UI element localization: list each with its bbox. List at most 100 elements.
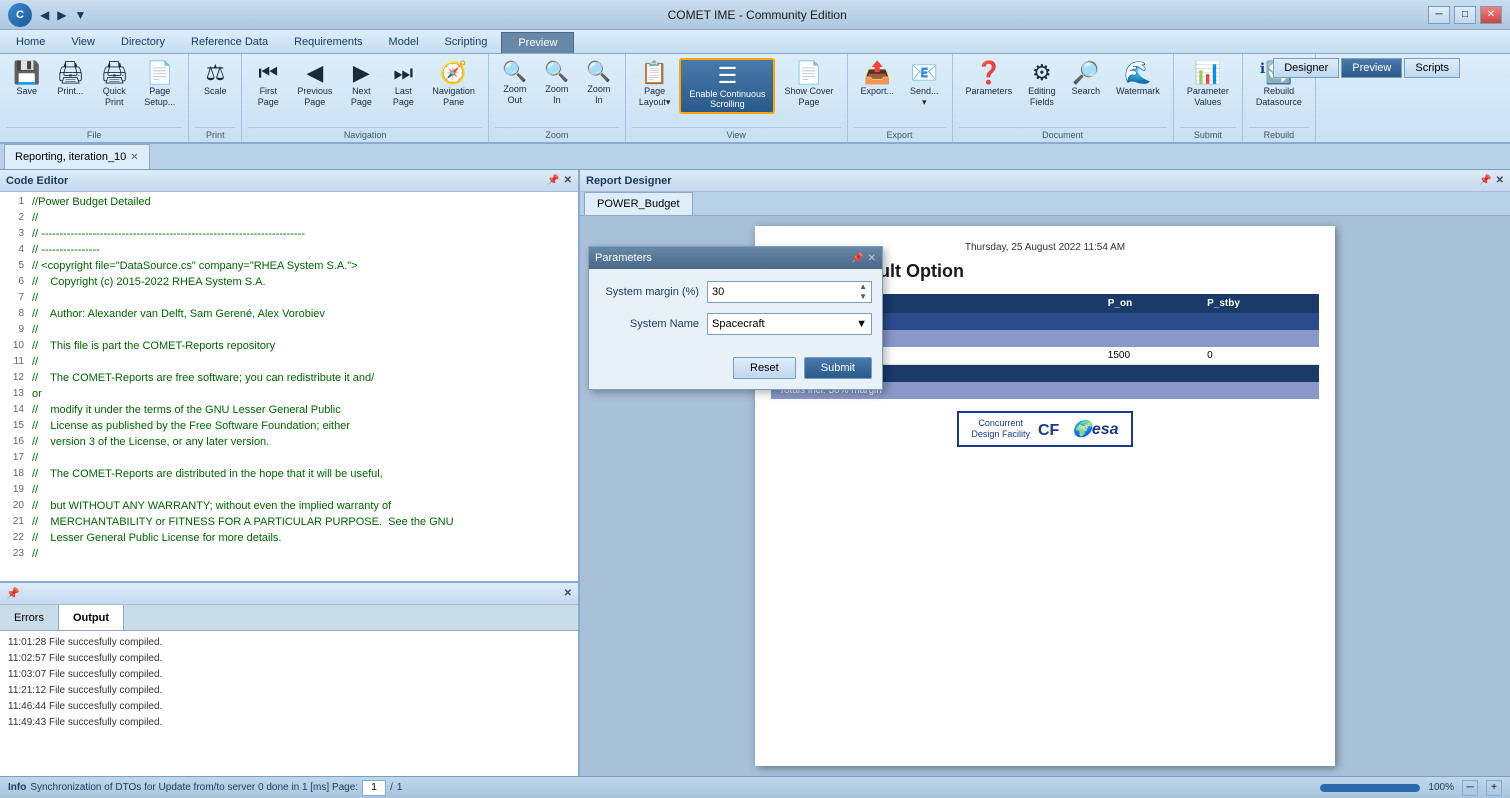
status-message: Synchronization of DTOs for Update from/… (30, 782, 358, 793)
output-line: 11:03:07 File succesfully compiled. (8, 667, 570, 683)
search-label: Search (1072, 86, 1101, 97)
scale-button[interactable]: ⚖ Scale (195, 58, 235, 101)
close-code-editor-button[interactable]: ✕ (564, 175, 572, 186)
back-button[interactable]: ◀ (40, 8, 49, 22)
next-page-button[interactable]: ▶ NextPage (341, 58, 381, 112)
pin-report-button[interactable]: 📌 (1479, 175, 1491, 186)
send-button[interactable]: 📧 Send...▾ (903, 58, 946, 112)
errors-tab[interactable]: Errors (0, 605, 59, 630)
system-name-label: System Name (599, 318, 699, 330)
system-margin-input[interactable] (712, 286, 859, 298)
designer-mode-button[interactable]: Designer (1273, 58, 1339, 78)
code-area[interactable]: 1 //Power Budget Detailed 2 // 3 // ----… (0, 192, 578, 581)
spin-down-button[interactable]: ▼ (859, 292, 867, 302)
watermark-icon: 🌊 (1124, 62, 1151, 84)
minimize-button[interactable]: ─ (1428, 6, 1450, 24)
last-page-button[interactable]: ⏭ LastPage (383, 58, 423, 112)
maximize-button[interactable]: □ (1454, 6, 1476, 24)
menu-reference-data[interactable]: Reference Data (179, 30, 280, 53)
page-setup-label: PageSetup... (144, 86, 175, 108)
watermark-button[interactable]: 🌊 Watermark (1109, 58, 1167, 101)
zoom-in-status-button[interactable]: + (1486, 780, 1502, 796)
zoom-in-button[interactable]: 🔍 ZoomIn (537, 58, 577, 110)
show-cover-page-button[interactable]: 📄 Show CoverPage (777, 58, 840, 112)
reset-button[interactable]: Reset (733, 357, 796, 379)
preview-mode-button[interactable]: Preview (1341, 58, 1402, 78)
page-layout-button[interactable]: 📋 PageLayout▾ (632, 58, 678, 112)
scripts-mode-button[interactable]: Scripts (1404, 58, 1460, 78)
menu-button[interactable]: ▼ (74, 8, 86, 22)
output-tab[interactable]: Output (59, 605, 124, 630)
output-line: 11:02:57 File succesfully compiled. (8, 651, 570, 667)
parameter-values-button[interactable]: 📊 ParameterValues (1180, 58, 1236, 112)
page-setup-button[interactable]: 📄 PageSetup... (137, 58, 182, 112)
ribbon-file-label: File (6, 127, 182, 140)
menu-preview[interactable]: Preview (501, 32, 574, 53)
menu-directory[interactable]: Directory (109, 30, 177, 53)
close-bottom-panel-button[interactable]: ✕ (564, 588, 572, 599)
zoom-out-button[interactable]: 🔍 ZoomOut (495, 58, 535, 110)
menu-home[interactable]: Home (4, 30, 57, 53)
code-line: 11 // (0, 356, 578, 372)
menu-requirements[interactable]: Requirements (282, 30, 374, 53)
ribbon-group-document: ❓ Parameters ⚙ EditingFields 🔎 Search 🌊 … (953, 54, 1174, 142)
document-tab-close[interactable]: ✕ (130, 152, 138, 163)
forward-button[interactable]: ▶ (57, 8, 66, 22)
parameters-button[interactable]: ❓ Parameters (959, 58, 1020, 101)
close-dialog-button[interactable]: ✕ (868, 253, 876, 264)
dialog-title: Parameters (595, 252, 652, 264)
status-left: Info Synchronization of DTOs for Update … (8, 780, 402, 796)
output-line: 11:01:28 File succesfully compiled. (8, 635, 570, 651)
code-line: 1 //Power Budget Detailed (0, 196, 578, 212)
send-label: Send...▾ (910, 86, 939, 108)
editing-fields-icon: ⚙ (1032, 62, 1052, 84)
next-page-label: NextPage (351, 86, 372, 108)
page-number-input[interactable] (362, 780, 386, 796)
menu-view[interactable]: View (59, 30, 107, 53)
close-report-button[interactable]: ✕ (1496, 175, 1504, 186)
ribbon-zoom-label: Zoom (495, 127, 619, 140)
ribbon-print-buttons: ⚖ Scale (195, 58, 235, 127)
title-bar-left: C ◀ ▶ ▼ (8, 3, 86, 27)
navigation-pane-button[interactable]: 🧭 NavigationPane (425, 58, 482, 112)
zoom-bar-container (1320, 784, 1420, 792)
export-button[interactable]: 📤 Export... (854, 58, 902, 101)
code-line: 23 // (0, 548, 578, 564)
print-button[interactable]: 🖨 Print... (49, 58, 91, 101)
first-page-button[interactable]: ⏮ FirstPage (248, 58, 288, 112)
previous-page-button[interactable]: ◀ PreviousPage (290, 58, 339, 112)
output-area[interactable]: 11:01:28 File succesfully compiled. 11:0… (0, 631, 578, 776)
menu-model[interactable]: Model (377, 30, 431, 53)
pin-dialog-button[interactable]: 📌 (851, 253, 863, 264)
bottom-tabs: Errors Output (0, 605, 578, 631)
power-budget-tab[interactable]: POWER_Budget (584, 192, 693, 215)
zoom-out-status-button[interactable]: ─ (1462, 780, 1478, 796)
zoom-in2-button[interactable]: 🔍 ZoomIn (579, 58, 619, 110)
editing-fields-button[interactable]: ⚙ EditingFields (1021, 58, 1063, 112)
ribbon-nav-buttons: ⏮ FirstPage ◀ PreviousPage ▶ NextPage ⏭ … (248, 58, 482, 127)
parameter-values-icon: 📊 (1194, 62, 1221, 84)
close-button[interactable]: ✕ (1480, 6, 1502, 24)
output-line: 11:21:12 File succesfully compiled. (8, 683, 570, 699)
ribbon-view-label: View (632, 127, 841, 140)
system-name-select-container[interactable]: Spacecraft ▼ (707, 313, 872, 335)
status-bar: Info Synchronization of DTOs for Update … (0, 776, 1510, 798)
zoom-progress-bar (1320, 784, 1420, 792)
menu-scripting[interactable]: Scripting (433, 30, 500, 53)
quick-print-button[interactable]: 🖨 QuickPrint (93, 58, 135, 112)
pin-code-editor-button[interactable]: 📌 (547, 175, 559, 186)
code-line: 9 // (0, 324, 578, 340)
save-button[interactable]: 💾 Save (6, 58, 47, 101)
spin-up-button[interactable]: ▲ (859, 282, 867, 292)
zoom-level: 100% (1428, 782, 1454, 793)
parameters-label: Parameters (966, 86, 1013, 97)
system-name-value: Spacecraft (712, 318, 765, 330)
document-tab[interactable]: Reporting, iteration_10 ✕ (4, 144, 150, 169)
quick-print-label: QuickPrint (103, 86, 126, 108)
submit-button[interactable]: Submit (804, 357, 872, 379)
esa-logo: ConcurrentDesign Facility CF 🌍esa (957, 411, 1132, 447)
ribbon-print-label: Print (195, 127, 235, 140)
search-button[interactable]: 🔎 Search (1065, 58, 1108, 101)
enable-continuous-scrolling-button[interactable]: ☰ Enable ContinuousScrolling (679, 58, 775, 114)
payload-pon: 1500 (1100, 347, 1199, 365)
